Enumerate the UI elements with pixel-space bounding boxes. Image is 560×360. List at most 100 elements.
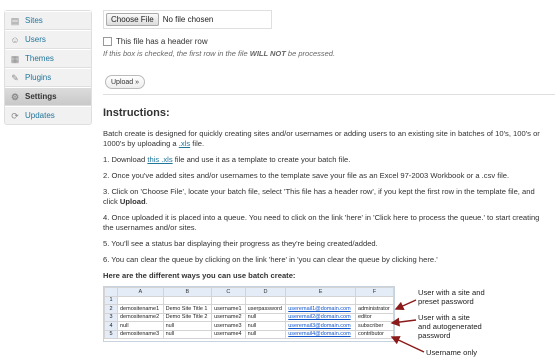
admin-sidebar: ▤ Sites ☺ Users ▦ Themes ✎ Plugins ⚙ Set… <box>0 0 92 360</box>
settings-icon: ⚙ <box>10 91 20 102</box>
cell: userpassword <box>244 304 287 314</box>
users-icon: ☺ <box>10 34 20 45</box>
hint-suffix: be processed. <box>285 49 336 58</box>
themes-icon: ▦ <box>10 53 20 64</box>
cell <box>244 295 287 305</box>
row-number: 2 <box>104 304 118 314</box>
callout-line: password <box>418 331 451 340</box>
xls-link[interactable]: .xls <box>179 139 190 148</box>
column-header: C <box>211 287 246 297</box>
choose-file-button[interactable]: Choose File <box>106 13 159 26</box>
table-row: 1 <box>104 295 395 305</box>
sidebar-item-updates[interactable]: ⟳ Updates <box>5 106 91 124</box>
step-1-text: 1. Download <box>103 155 148 164</box>
step-1: 1. Download this .xls file and use it as… <box>103 155 551 165</box>
intro-paragraph: Batch create is designed for quickly cre… <box>103 129 551 149</box>
header-row-option: This file has a header row <box>103 37 208 46</box>
updates-icon: ⟳ <box>11 110 19 121</box>
sidebar-item-sites[interactable]: ▤ Sites <box>5 11 91 30</box>
callout-line: preset password <box>418 297 474 306</box>
arrow-row-2 <box>394 299 417 311</box>
step-5: 5. You'll see a status bar displaying th… <box>103 239 378 248</box>
sidebar-item-label: Plugins <box>25 73 52 82</box>
cell: contributor <box>354 329 395 339</box>
step-3-text-end: . <box>145 197 148 206</box>
network-admin-menu: ▤ Sites ☺ Users ▦ Themes ✎ Plugins ⚙ Set… <box>4 10 92 125</box>
instructions-heading: Instructions: <box>103 107 170 119</box>
hint-bold: WILL NOT <box>249 49 286 58</box>
sidebar-item-label: Settings <box>25 92 57 101</box>
template-download-link[interactable]: this .xls <box>147 155 172 164</box>
sidebar-item-label: Themes <box>25 54 54 63</box>
sidebar-item-label: Updates <box>25 111 55 120</box>
column-header: A <box>117 287 164 297</box>
cell: useremail2@domain.com <box>285 312 356 322</box>
example-spreadsheet-image: A B C D E F 1 2 demositename1 Demo Site … <box>103 286 395 342</box>
column-header: D <box>244 287 287 297</box>
cell <box>211 295 246 305</box>
cell: null <box>244 321 287 331</box>
callout-username-only: Username only <box>426 348 477 357</box>
table-row: 4 null null username3 null useremail3@do… <box>104 321 395 331</box>
cell: editor <box>354 312 395 322</box>
cell <box>162 295 213 305</box>
cell: useremail4@domain.com <box>285 329 356 339</box>
cell: username3 <box>211 321 246 331</box>
step-2: 2. Once you've added sites and/or userna… <box>103 171 510 180</box>
row-number: 1 <box>104 295 118 305</box>
hint-prefix: If this box is checked, the first row in… <box>103 49 250 58</box>
cell: null <box>244 329 287 339</box>
cell: demositename3 <box>117 329 164 339</box>
sites-icon: ▤ <box>10 15 20 26</box>
cell: demositename1 <box>117 304 164 314</box>
table-row: 5 demositename3 null username4 null user… <box>104 329 395 339</box>
file-input[interactable]: Choose File No file chosen <box>103 10 272 29</box>
cell: demositename2 <box>117 312 164 322</box>
sidebar-item-label: Users <box>25 35 46 44</box>
ways-heading: Here are the different ways you can use … <box>103 271 296 280</box>
step-4: 4. Once uploaded it is placed into a que… <box>103 213 540 232</box>
header-row-hint: If this box is checked, the first row in… <box>103 49 335 58</box>
arrow-row-3 <box>390 317 417 327</box>
column-header: F <box>354 287 395 297</box>
cell: administrator <box>354 304 395 314</box>
upload-button[interactable]: Upload » <box>105 75 146 89</box>
intro-text: Batch create is designed for quickly cre… <box>103 129 540 148</box>
callout-line: User with a site and <box>418 288 485 297</box>
intro-text-end: file. <box>190 139 205 148</box>
cell: useremail1@domain.com <box>285 304 356 314</box>
cell: Demo Site Title 2 <box>162 312 213 322</box>
no-file-text: No file chosen <box>162 15 214 24</box>
cell <box>285 295 356 305</box>
step-1-text-end: file and use it as a template to create … <box>172 155 351 164</box>
cell: null <box>117 321 164 331</box>
cell: username1 <box>211 304 246 314</box>
row-number: 5 <box>104 329 118 339</box>
callout-site-autogenerated-password: User with a site and autogenerated passw… <box>418 313 482 340</box>
callout-line: User with a site <box>418 313 470 322</box>
table-row: 3 demositename2 Demo Site Title 2 userna… <box>104 312 395 322</box>
cell: subscriber <box>354 321 395 331</box>
cell: null <box>162 321 213 331</box>
column-header: B <box>162 287 213 297</box>
step-3-text: 3. Click on 'Choose File', locate your b… <box>103 187 535 206</box>
callout-site-preset-password: User with a site and preset password <box>418 288 485 306</box>
cell <box>117 295 164 305</box>
column-header: E <box>285 287 356 297</box>
cell: username2 <box>211 312 246 322</box>
cell: useremail3@domain.com <box>285 321 356 331</box>
sidebar-item-plugins[interactable]: ✎ Plugins <box>5 68 91 87</box>
cell: username4 <box>211 329 246 339</box>
cell: null <box>244 312 287 322</box>
plugins-icon: ✎ <box>11 72 19 83</box>
step-3: 3. Click on 'Choose File', locate your b… <box>103 187 551 207</box>
sidebar-item-themes[interactable]: ▦ Themes <box>5 49 91 68</box>
column-header-row: A B C D E F <box>104 287 395 297</box>
cell <box>354 295 395 305</box>
corner-cell <box>104 287 118 297</box>
sidebar-item-label: Sites <box>25 16 43 25</box>
step-3-bold: Upload <box>119 197 146 206</box>
sidebar-item-settings[interactable]: ⚙ Settings <box>5 87 91 106</box>
sidebar-item-users[interactable]: ☺ Users <box>5 30 91 49</box>
header-row-checkbox[interactable] <box>103 37 112 46</box>
